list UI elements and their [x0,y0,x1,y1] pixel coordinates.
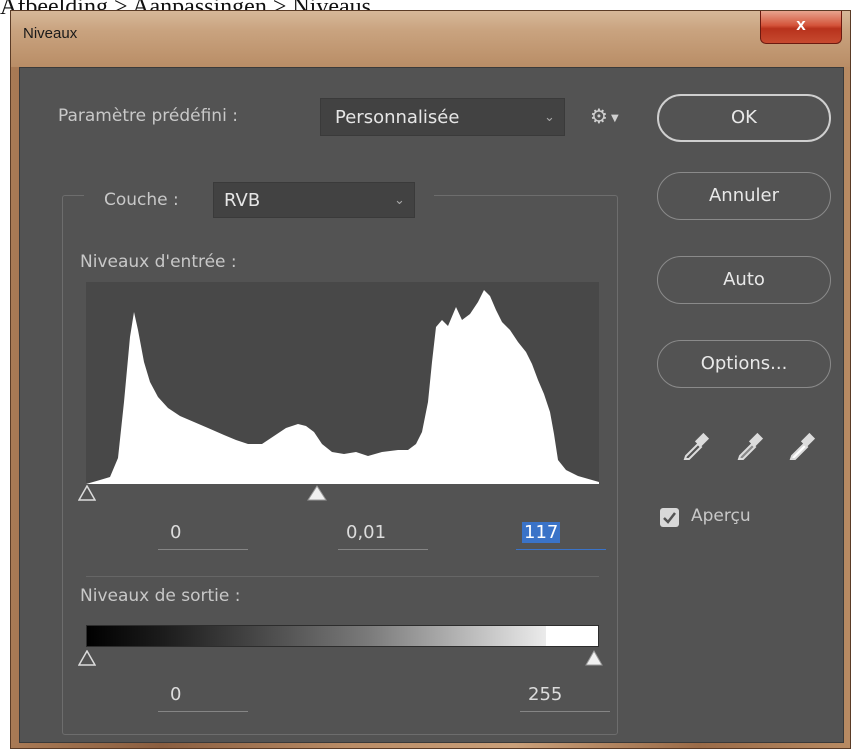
white-eyedropper-icon[interactable] [788,430,818,460]
preset-label: Paramètre prédéfini : [58,106,238,126]
output-levels-label: Niveaux de sortie : [80,586,241,606]
input-white-value: 117 [522,522,561,543]
gray-eyedropper-icon[interactable] [736,430,766,460]
input-black-field[interactable]: 0 [158,520,248,550]
black-eyedropper-icon[interactable] [682,430,712,460]
title-bar: Niveaux x [11,11,850,67]
ok-button[interactable]: OK [657,94,831,142]
preview-checkbox[interactable] [660,508,679,527]
chevron-down-icon: ⌄ [544,110,555,125]
histogram [86,282,599,484]
channel-label: Couche : [104,190,179,210]
checkmark-icon [663,512,676,524]
output-white-slider[interactable] [585,650,603,666]
divider [86,576,599,577]
close-button[interactable]: x [760,11,842,44]
menu-dropdown-icon: ▼ [611,113,619,124]
channel-select[interactable]: RVB ⌄ [213,182,415,218]
input-black-slider[interactable] [78,485,96,501]
auto-button[interactable]: Auto [657,256,831,304]
output-black-slider[interactable] [78,650,96,666]
dialog-body: Paramètre prédéfini : Personnalisée ⌄ ⚙ … [19,67,844,743]
input-levels-label: Niveaux d'entrée : [80,252,237,272]
cancel-button[interactable]: Annuler [657,172,831,220]
preset-select[interactable]: Personnalisée ⌄ [320,98,565,136]
gradient-white-end [546,626,598,646]
channel-row: Couche : RVB ⌄ [84,180,434,220]
window-title: Niveaux [23,25,78,42]
input-gamma-field[interactable]: 0,01 [338,520,428,550]
input-white-field[interactable]: 117 [516,520,606,550]
preview-label: Aperçu [691,506,751,526]
input-gamma-slider[interactable] [307,485,327,501]
output-black-field[interactable]: 0 [158,682,248,712]
options-button[interactable]: Options... [657,340,831,388]
preset-value: Personnalisée [335,107,460,128]
channel-value: RVB [224,190,261,211]
gear-icon[interactable]: ⚙ [590,104,608,128]
output-gradient [86,625,599,647]
chevron-down-icon: ⌄ [394,193,405,208]
close-icon: x [796,15,806,34]
output-white-field[interactable]: 255 [520,682,610,712]
levels-dialog: Niveaux x Paramètre prédéfini : Personna… [10,10,851,749]
